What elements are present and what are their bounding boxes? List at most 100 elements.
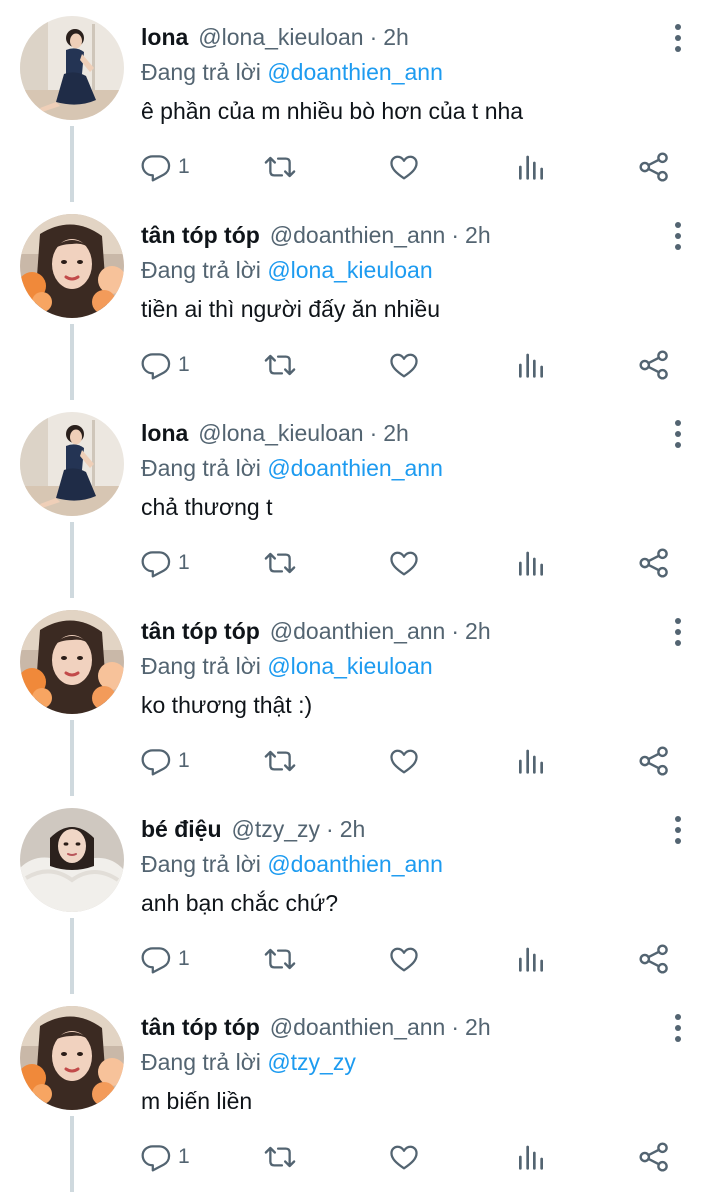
tweet[interactable]: tân tóp tóp @doanthien_ann · 2h Đang trả lờ…: [0, 990, 719, 1192]
separator-dot: ·: [451, 222, 460, 248]
like-button[interactable]: [387, 543, 421, 583]
display-name[interactable]: tân tóp tóp: [141, 618, 260, 644]
tweet[interactable]: tân tóp tóp @doanthien_ann · 2h Đang trả lờ…: [0, 198, 719, 400]
separator-dot: ·: [451, 1014, 460, 1040]
reply-to-mention[interactable]: @doanthien_ann: [267, 59, 443, 85]
views-icon: [515, 745, 547, 777]
retweet-icon: [262, 1141, 298, 1173]
views-button[interactable]: [515, 543, 547, 583]
reply-icon: [140, 1141, 172, 1173]
share-button[interactable]: [637, 741, 671, 781]
reply-button[interactable]: 1: [140, 939, 190, 979]
like-button[interactable]: [387, 1137, 421, 1177]
timestamp[interactable]: 2h: [465, 1014, 491, 1040]
separator-dot: ·: [369, 24, 378, 50]
like-button[interactable]: [387, 939, 421, 979]
views-button[interactable]: [515, 939, 547, 979]
share-button[interactable]: [637, 543, 671, 583]
replying-to: Đang trả lời @tzy_zy: [141, 1046, 356, 1078]
avatar-tan[interactable]: [20, 610, 124, 714]
more-icon[interactable]: [664, 1008, 692, 1048]
tweet[interactable]: bé điệu @tzy_zy · 2h Đang trả lời @doanthie…: [0, 792, 719, 994]
replying-to-label: Đang trả lời: [141, 455, 261, 481]
reply-thread: lona @lona_kieuloan · 2h Đang trả lời @doan…: [0, 0, 719, 1192]
share-button[interactable]: [637, 1137, 671, 1177]
user-handle[interactable]: @doanthien_ann: [270, 1014, 446, 1040]
reply-button[interactable]: 1: [140, 543, 190, 583]
like-button[interactable]: [387, 147, 421, 187]
user-handle[interactable]: @doanthien_ann: [270, 222, 446, 248]
timestamp[interactable]: 2h: [383, 420, 409, 446]
views-button[interactable]: [515, 345, 547, 385]
views-button[interactable]: [515, 741, 547, 781]
like-icon: [387, 547, 421, 579]
avatar-tan[interactable]: [20, 214, 124, 318]
share-button[interactable]: [637, 147, 671, 187]
tweet[interactable]: lona @lona_kieuloan · 2h Đang trả lời @doan…: [0, 396, 719, 598]
more-icon[interactable]: [664, 216, 692, 256]
display-name[interactable]: tân tóp tóp: [141, 1014, 260, 1040]
reply-to-mention[interactable]: @doanthien_ann: [267, 455, 443, 481]
more-icon[interactable]: [664, 414, 692, 454]
retweet-button[interactable]: [262, 543, 298, 583]
share-button[interactable]: [637, 939, 671, 979]
avatar-tan[interactable]: [20, 1006, 124, 1110]
retweet-button[interactable]: [262, 345, 298, 385]
timestamp[interactable]: 2h: [383, 24, 409, 50]
reply-button[interactable]: 1: [140, 1137, 190, 1177]
replying-to-label: Đang trả lời: [141, 257, 261, 283]
tweet-text: anh bạn chắc chứ?: [141, 890, 338, 916]
reply-button[interactable]: 1: [140, 147, 190, 187]
share-icon: [637, 546, 671, 580]
share-icon: [637, 1140, 671, 1174]
views-button[interactable]: [515, 147, 547, 187]
thread-line: [70, 126, 74, 202]
replying-to: Đang trả lời @doanthien_ann: [141, 452, 443, 484]
reply-button[interactable]: 1: [140, 345, 190, 385]
thread-line: [70, 918, 74, 994]
user-handle[interactable]: @doanthien_ann: [270, 618, 446, 644]
user-handle[interactable]: @lona_kieuloan: [198, 24, 363, 50]
timestamp[interactable]: 2h: [340, 816, 366, 842]
like-icon: [387, 151, 421, 183]
display-name[interactable]: tân tóp tóp: [141, 222, 260, 248]
replying-to: Đang trả lời @doanthien_ann: [141, 56, 443, 88]
reply-count: 1: [178, 155, 190, 178]
views-button[interactable]: [515, 1137, 547, 1177]
reply-to-mention[interactable]: @lona_kieuloan: [267, 653, 432, 679]
avatar-be-dieu[interactable]: [20, 808, 124, 912]
retweet-button[interactable]: [262, 147, 298, 187]
share-icon: [637, 744, 671, 778]
avatar-lona[interactable]: [20, 16, 124, 120]
more-icon[interactable]: [664, 612, 692, 652]
like-icon: [387, 745, 421, 777]
reply-count: 1: [178, 1145, 190, 1168]
retweet-icon: [262, 151, 298, 183]
display-name[interactable]: lona: [141, 420, 188, 446]
display-name[interactable]: bé điệu: [141, 816, 222, 842]
like-button[interactable]: [387, 345, 421, 385]
tweet[interactable]: lona @lona_kieuloan · 2h Đang trả lời @doan…: [0, 0, 719, 202]
retweet-button[interactable]: [262, 939, 298, 979]
share-button[interactable]: [637, 345, 671, 385]
reply-to-mention[interactable]: @doanthien_ann: [267, 851, 443, 877]
display-name[interactable]: lona: [141, 24, 188, 50]
reply-button[interactable]: 1: [140, 741, 190, 781]
timestamp[interactable]: 2h: [465, 222, 491, 248]
more-icon[interactable]: [664, 810, 692, 850]
retweet-button[interactable]: [262, 1137, 298, 1177]
avatar-lona[interactable]: [20, 412, 124, 516]
user-handle[interactable]: @lona_kieuloan: [198, 420, 363, 446]
replying-to: Đang trả lời @lona_kieuloan: [141, 254, 433, 286]
retweet-button[interactable]: [262, 741, 298, 781]
reply-to-mention[interactable]: @tzy_zy: [267, 1049, 356, 1075]
reply-count: 1: [178, 947, 190, 970]
tweet[interactable]: tân tóp tóp @doanthien_ann · 2h Đang trả lờ…: [0, 594, 719, 796]
replying-to: Đang trả lời @lona_kieuloan: [141, 650, 433, 682]
views-icon: [515, 1141, 547, 1173]
like-button[interactable]: [387, 741, 421, 781]
user-handle[interactable]: @tzy_zy: [232, 816, 321, 842]
more-icon[interactable]: [664, 18, 692, 58]
reply-to-mention[interactable]: @lona_kieuloan: [267, 257, 432, 283]
timestamp[interactable]: 2h: [465, 618, 491, 644]
